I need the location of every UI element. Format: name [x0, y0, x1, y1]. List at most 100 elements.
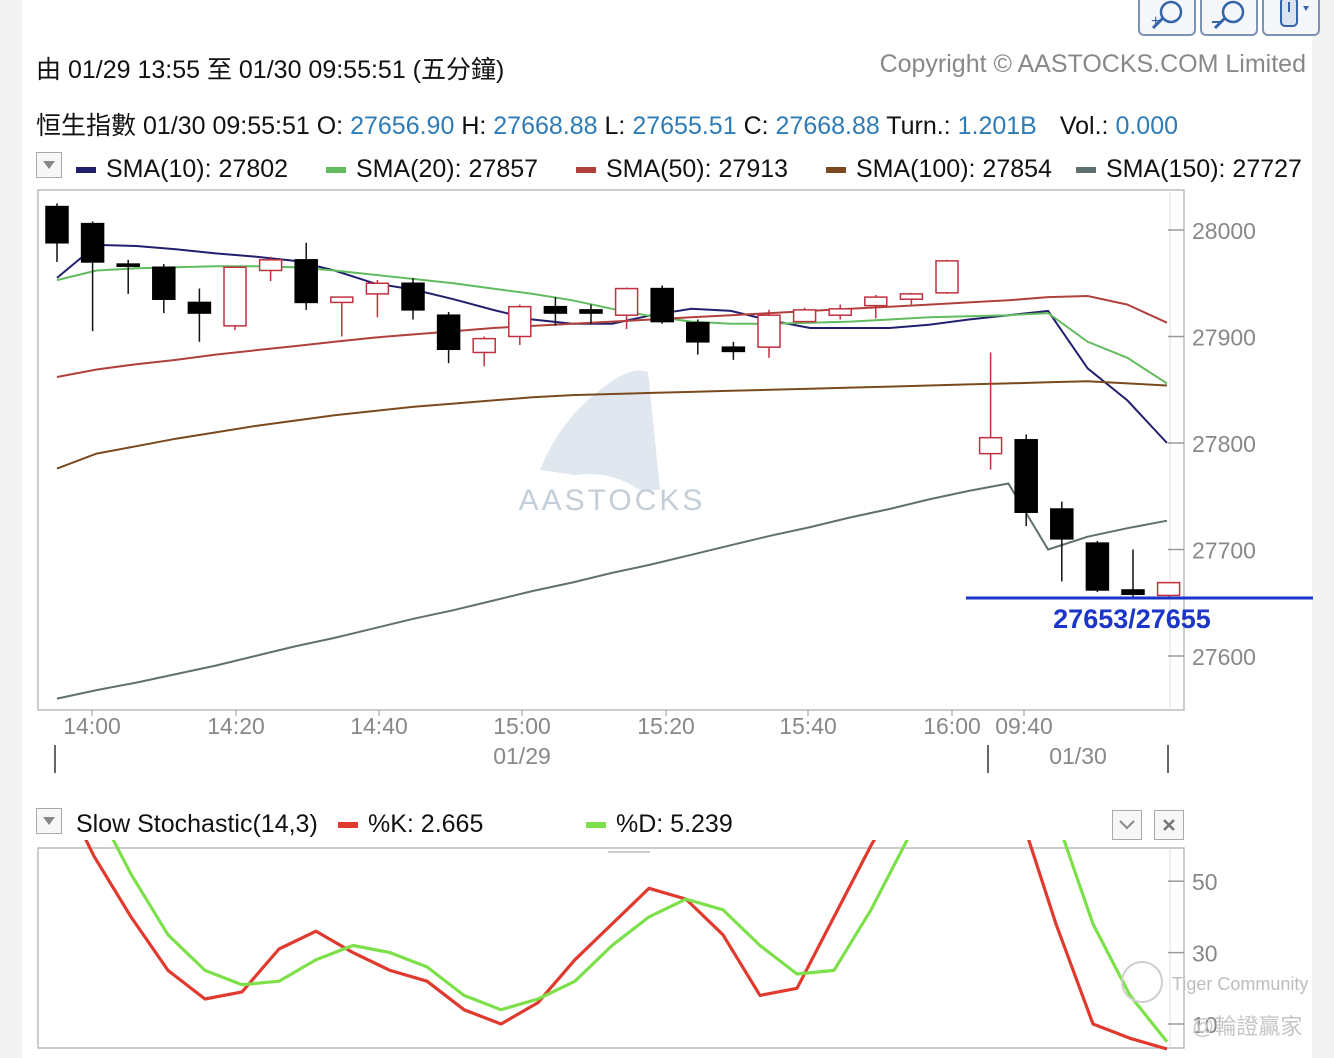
candle-body	[899, 293, 924, 300]
candlestick	[152, 264, 176, 314]
candle-body	[80, 222, 105, 263]
candle-body	[828, 308, 852, 316]
candle-body	[579, 309, 603, 314]
candle-body	[721, 346, 746, 353]
watermark-logo-text: AASTOCKS	[519, 484, 706, 517]
candle-body	[1014, 439, 1038, 513]
candlestick	[757, 309, 781, 358]
candlestick	[978, 352, 1003, 470]
candlestick	[935, 259, 959, 294]
candle-body	[294, 259, 318, 304]
stoch-line-d	[111, 840, 1169, 1043]
stoch-minimize-button[interactable]	[1112, 810, 1142, 840]
candle-body	[543, 305, 568, 314]
price-y-tick-label: 28000	[1192, 218, 1256, 244]
k-label: %K: 2.665	[368, 810, 484, 838]
candlestick	[187, 288, 212, 342]
price-date-label: 01/29	[493, 743, 551, 769]
k-legend: %K: 2.665	[338, 810, 483, 839]
candlestick	[258, 256, 283, 282]
candle-body	[978, 436, 1003, 455]
price-x-tick-label: 09:40	[995, 713, 1053, 739]
candle-body	[935, 260, 959, 294]
stoch-close-button[interactable]	[1154, 810, 1184, 840]
candlestick	[365, 280, 390, 318]
price-x-tick-label: 15:00	[493, 713, 551, 739]
stoch-y-tick-label: 50	[1192, 869, 1218, 895]
price-chart[interactable]: AASTOCKS 28000 27900 27800 27700 27600 14:00…	[0, 0, 1334, 790]
candlestick	[1156, 581, 1181, 597]
price-date-label: 01/30	[1049, 743, 1107, 769]
price-y-tick-label: 27900	[1192, 325, 1256, 351]
tiger-watermark: Tiger Community @輪證贏家	[1121, 961, 1308, 1039]
candlestick	[508, 304, 532, 346]
price-x-tick-label: 14:20	[207, 713, 265, 739]
candle-body	[472, 337, 496, 354]
candle-body	[1050, 508, 1074, 540]
candlestick	[579, 304, 603, 324]
candle-body	[1121, 589, 1145, 595]
triangle-down-icon	[43, 817, 55, 825]
price-x-tick-label: 16:00	[923, 713, 981, 739]
candlestick	[472, 336, 496, 367]
price-x-tick-label: 14:00	[63, 713, 121, 739]
price-y-tick-label: 27800	[1192, 431, 1256, 457]
candle-body	[116, 263, 140, 267]
candle-body	[1085, 542, 1110, 591]
candlestick	[401, 277, 425, 320]
candlestick	[1121, 549, 1145, 598]
candlestick	[792, 307, 817, 323]
candle-body	[330, 296, 354, 304]
tiger-watermark-text: Tiger Community	[1172, 974, 1308, 994]
candle-body	[614, 287, 639, 316]
d-legend: %D: 5.239	[586, 810, 733, 839]
k-swatch	[338, 821, 358, 828]
candlestick	[330, 296, 354, 337]
stochastic-chart[interactable]: 9070503010 Tiger Community @輪證贏家	[0, 840, 1334, 1058]
candle-body	[401, 282, 425, 311]
candle-body	[864, 296, 888, 307]
d-label: %D: 5.239	[616, 810, 733, 838]
price-y-tick-label: 27700	[1192, 538, 1256, 564]
candle-body	[686, 321, 710, 343]
candle-body	[508, 305, 532, 338]
candle-body	[792, 309, 817, 323]
candle-body	[223, 266, 247, 327]
candlestick	[294, 242, 318, 310]
stoch-title: Slow Stochastic(14,3)	[76, 810, 318, 838]
candle-body	[187, 301, 212, 314]
close-icon	[1163, 819, 1175, 831]
candle-body	[258, 259, 283, 272]
candlestick	[686, 319, 710, 355]
author-watermark-text: @輪證贏家	[1192, 1014, 1302, 1039]
candlestick	[80, 221, 105, 332]
candle-body	[757, 314, 781, 348]
price-x-tick-label: 15:40	[779, 713, 837, 739]
chevron-down-icon	[1119, 820, 1135, 830]
candlestick	[1014, 434, 1038, 527]
candle-body	[650, 287, 674, 323]
candle-body	[152, 266, 176, 300]
current-price-label: 27653/27655	[1053, 604, 1211, 634]
candlestick	[223, 266, 247, 331]
stoch-y-tick-label: 30	[1192, 941, 1218, 967]
price-x-tick-label: 15:20	[637, 713, 695, 739]
candle-body	[365, 282, 390, 295]
candlestick	[1050, 501, 1074, 582]
candlestick	[116, 259, 140, 294]
candlestick	[721, 341, 746, 360]
candlestick	[650, 285, 674, 324]
candlestick	[899, 292, 924, 305]
price-x-tick-label: 14:40	[350, 713, 408, 739]
d-swatch	[586, 821, 606, 828]
candlestick	[436, 312, 461, 364]
price-y-tick-label: 27600	[1192, 644, 1256, 670]
candlestick	[45, 203, 69, 262]
candle-body	[436, 314, 461, 351]
candlestick	[1085, 540, 1110, 593]
tiger-logo-icon	[1121, 961, 1163, 1003]
stoch-panel-collapse-button[interactable]	[36, 808, 62, 834]
candle-body	[45, 205, 69, 244]
candlestick	[828, 304, 852, 320]
candle-body	[1156, 581, 1181, 597]
